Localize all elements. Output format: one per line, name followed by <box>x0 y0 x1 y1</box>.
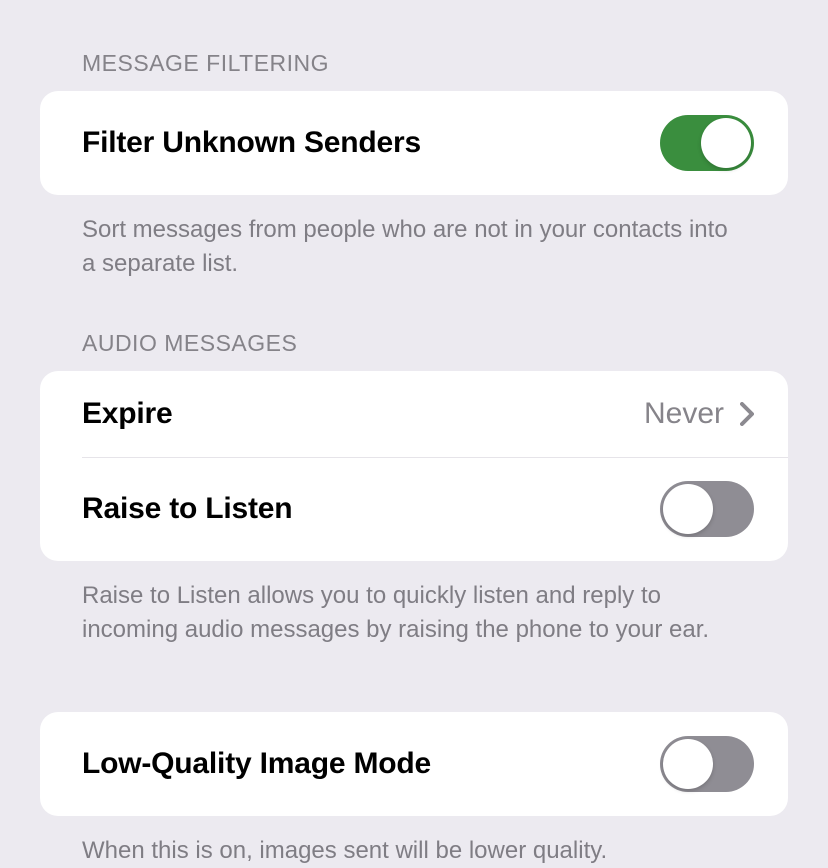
filter-unknown-senders-switch[interactable] <box>660 115 754 171</box>
row-low-quality-image-mode[interactable]: Low-Quality Image Mode <box>40 712 788 816</box>
low-quality-image-mode-label: Low-Quality Image Mode <box>82 747 660 781</box>
group-message-filtering: Filter Unknown Senders <box>40 91 788 195</box>
raise-to-listen-label: Raise to Listen <box>82 492 660 526</box>
group-image-mode: Low-Quality Image Mode <box>40 712 788 816</box>
row-raise-to-listen[interactable]: Raise to Listen <box>40 457 788 561</box>
switch-knob-icon <box>663 739 713 789</box>
section-header-audio-messages: AUDIO MESSAGES <box>40 280 788 371</box>
chevron-right-icon <box>740 402 754 426</box>
switch-knob-icon <box>663 484 713 534</box>
expire-label: Expire <box>82 397 644 431</box>
section-header-message-filtering: MESSAGE FILTERING <box>40 0 788 91</box>
row-filter-unknown-senders[interactable]: Filter Unknown Senders <box>40 91 788 195</box>
section-footer-audio-messages: Raise to Listen allows you to quickly li… <box>40 561 788 646</box>
section-footer-message-filtering: Sort messages from people who are not in… <box>40 195 788 280</box>
section-footer-image-mode: When this is on, images sent will be low… <box>40 816 788 868</box>
expire-value: Never <box>644 397 724 431</box>
row-expire[interactable]: Expire Never <box>40 371 788 457</box>
raise-to-listen-switch[interactable] <box>660 481 754 537</box>
low-quality-image-mode-switch[interactable] <box>660 736 754 792</box>
group-audio-messages: Expire Never Raise to Listen <box>40 371 788 561</box>
switch-knob-icon <box>701 118 751 168</box>
filter-unknown-senders-label: Filter Unknown Senders <box>82 126 660 160</box>
